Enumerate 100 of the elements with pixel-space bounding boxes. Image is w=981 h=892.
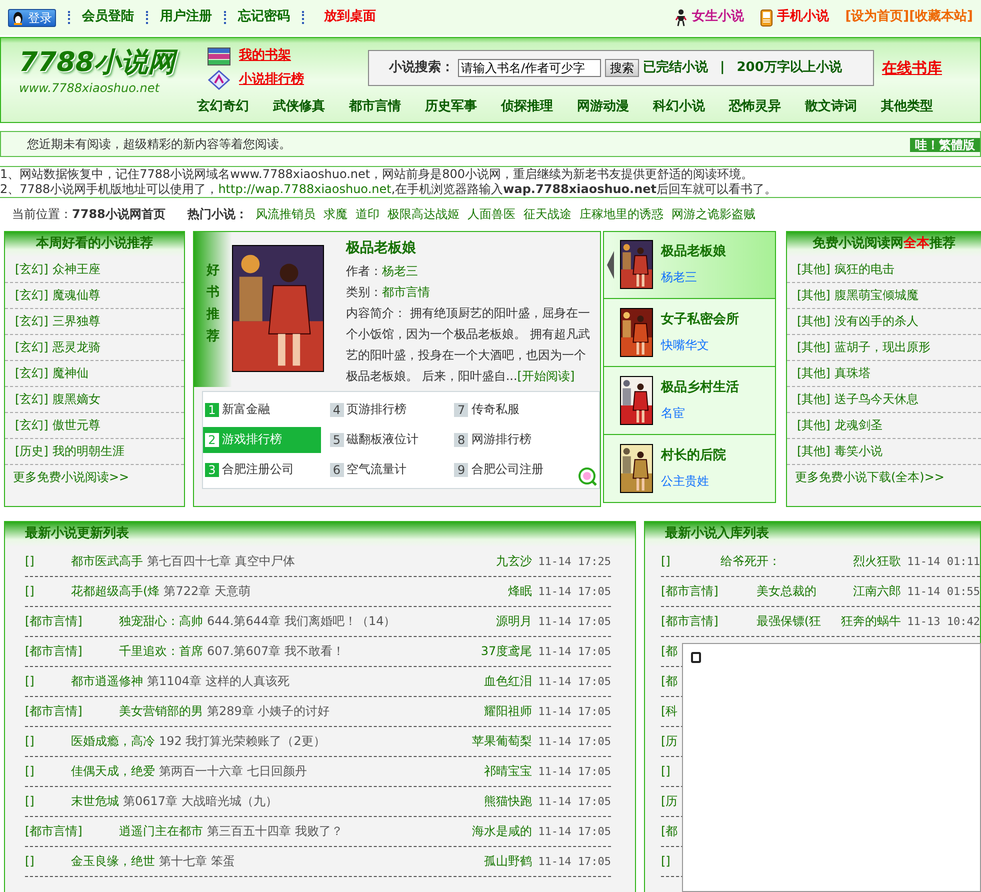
novel-link[interactable]: 最强保镖(狂 (756, 613, 822, 630)
category-link[interactable]: 恐怖灵异 (729, 98, 781, 116)
nav-link[interactable]: 会员登陆 (82, 8, 134, 27)
author-link[interactable]: 杨老三 (382, 260, 418, 282)
author-link[interactable]: 狂奔的蜗牛 (841, 613, 902, 630)
bookmark-link[interactable]: [收藏本站] (909, 8, 973, 27)
breadcrumb-link[interactable]: 7788小说网首页 (72, 206, 166, 223)
hot-novel-link[interactable]: 极限高达战姬 (387, 206, 460, 223)
completed-link[interactable]: 已完结小说 (643, 58, 708, 78)
novel-link[interactable]: [玄幻] 魔魂仙尊 (5, 282, 184, 309)
ad-link[interactable]: 6 空气流量计 (328, 456, 446, 483)
ad-link[interactable]: 7 传奇私服 (452, 396, 570, 423)
book-title[interactable]: 极品老板娘 (346, 238, 590, 259)
bookmark-link[interactable]: [设为首页] (845, 8, 910, 27)
search-button[interactable]: 搜索 (605, 59, 639, 77)
author-link[interactable]: 源明月 (496, 613, 532, 630)
ad-link[interactable]: 3 合肥注册公司 (203, 456, 321, 483)
novel-link[interactable]: 末世危城 (71, 793, 119, 810)
hot-novel-link[interactable]: 网游之诡影盗贼 (671, 206, 756, 223)
book-thumb[interactable]: 村长的后院 公主贵姓 (603, 434, 776, 503)
novel-link[interactable]: 佳偶天成，绝爱 (71, 763, 155, 780)
author-link[interactable]: 九玄沙 (496, 553, 532, 570)
hot-novel-link[interactable]: 求魔 (323, 206, 348, 223)
novel-link[interactable]: [玄幻] 恶灵龙骑 (5, 334, 184, 361)
novel-link[interactable]: [其他] 蓝胡子，现出原形 (787, 334, 981, 361)
novel-link[interactable]: 都市医武高手 (71, 553, 143, 570)
category-link[interactable]: 武侠修真 (273, 98, 325, 116)
category-link[interactable]: 都市言情 (382, 282, 430, 303)
female-novels-link[interactable]: 女生小说 (674, 8, 744, 27)
read-link[interactable]: [开始阅读] (517, 368, 575, 383)
search-field[interactable]: 请输入书名/作者可少字 (458, 59, 601, 77)
chapter-link[interactable]: 192 我打算光荣赖账了（2更） (159, 733, 326, 750)
novel-link[interactable]: 都市逍遥修神 (71, 673, 143, 690)
library-link[interactable]: 在线书库 (882, 58, 942, 78)
author-link[interactable]: 熊猫快跑 (484, 793, 532, 810)
author-link[interactable]: 孤山野鹤 (484, 853, 532, 870)
ad-link[interactable]: 8 网游排行榜 (452, 426, 570, 453)
novel-link[interactable]: [其他] 疯狂的电击 (787, 256, 981, 283)
ad-link[interactable]: 2 游戏排行榜 (203, 426, 321, 453)
hot-novel-link[interactable]: 风流推销员 (255, 206, 316, 223)
novel-link[interactable]: 金玉良缘，绝世 (71, 853, 155, 870)
long-novels-link[interactable]: 200万字以上小说 (736, 58, 842, 78)
nav-link[interactable]: 忘记密码 (238, 8, 290, 27)
chapter-link[interactable]: 第两百一十六章 七日回颜丹 (159, 763, 307, 780)
nav-link[interactable]: 用户注册 (160, 8, 212, 27)
url-link[interactable]: http://wap.7788xiaoshuo.net (218, 182, 392, 196)
author-link[interactable]: 江南六郎 (853, 583, 902, 600)
novel-link[interactable]: [玄幻] 众神王座 (5, 256, 184, 283)
category-link[interactable]: 散文诗词 (805, 98, 857, 116)
author-link[interactable]: 37度鸢尾 (480, 643, 532, 660)
category-link[interactable]: 其他类型 (881, 98, 933, 116)
author-link[interactable]: 耀阳祖师 (484, 703, 532, 720)
book-thumb[interactable]: 女子私密会所 快嘴华文 (603, 298, 776, 367)
book-thumb[interactable]: 极品乡村生活 名宦 (603, 366, 776, 435)
chapter-link[interactable]: 第七百四十七章 真空中尸体 (147, 553, 295, 570)
author-link[interactable]: 苹果葡萄梨 (472, 733, 532, 750)
mobile-novels-link[interactable]: 手机小说 (760, 8, 830, 27)
chapter-link[interactable]: 第三百五十四章 我败了？ (207, 823, 343, 840)
novel-link[interactable]: 美女总裁的 (756, 583, 816, 600)
quick-link[interactable]: 小说排行榜 (207, 70, 352, 90)
ad-link[interactable]: 1 新富金融 (203, 396, 321, 423)
desktop-link[interactable]: 放到桌面 (324, 8, 376, 27)
novel-link[interactable]: 千里追欢：首席 (119, 643, 203, 660)
book-thumb[interactable]: 极品老板娘 杨老三 (603, 230, 776, 299)
novel-link[interactable]: [其他] 毒笑小说 (787, 438, 981, 465)
novel-link[interactable]: 逍遥门主在都市 (119, 823, 203, 840)
novel-link[interactable]: [历史] 我的明朝生涯 (5, 438, 184, 465)
hot-novel-link[interactable]: 庄稼地里的诱惑 (579, 206, 664, 223)
novel-link[interactable]: 给爷死开： (720, 553, 780, 570)
category-link[interactable]: 都市言情 (349, 98, 401, 116)
hot-novel-link[interactable]: 道印 (355, 206, 380, 223)
novel-link[interactable]: [其他] 没有凶手的杀人 (787, 308, 981, 335)
novel-link[interactable]: [玄幻] 魔神仙 (5, 360, 184, 387)
more-link[interactable]: 更多免费小说下载(全本)>> (787, 468, 981, 486)
chapter-link[interactable]: 644.第644章 我们离婚吧！（14） (207, 613, 396, 630)
author-link[interactable]: 祁晴宝宝 (484, 763, 532, 780)
chapter-link[interactable]: 607.第607章 我不敢看！ (207, 643, 344, 660)
chapter-link[interactable]: 第1104章 这样的人真该死 (147, 673, 290, 690)
novel-link[interactable]: 花都超级高手(烽 (71, 583, 160, 600)
hot-novel-link[interactable]: 征天战途 (523, 206, 572, 223)
chapter-link[interactable]: 第0617章 大战暗光城（九） (123, 793, 278, 810)
category-link[interactable]: 侦探推理 (501, 98, 553, 116)
novel-link[interactable]: [其他] 腹黑萌宝倾城魔 (787, 282, 981, 309)
ad-link[interactable]: 9 合肥公司注册 (452, 456, 570, 483)
author-link[interactable]: 海水是咸的 (472, 823, 532, 840)
quick-link[interactable]: 我的书架 (207, 46, 352, 66)
chapter-link[interactable]: 第722章 天意萌 (164, 583, 250, 600)
novel-link[interactable]: 医婚成瘾，高冷 (71, 733, 155, 750)
novel-link[interactable]: [其他] 送子鸟今天休息 (787, 386, 981, 413)
novel-link[interactable]: [玄幻] 三界独尊 (5, 308, 184, 335)
category-link[interactable]: 玄幻奇幻 (197, 98, 249, 116)
author-link[interactable]: 烈火狂歌 (853, 553, 902, 570)
chapter-link[interactable]: 第289章 小姨子的讨好 (207, 703, 330, 720)
chapter-link[interactable]: 第十七章 笨蛋 (159, 853, 235, 870)
ad-link[interactable]: 4 页游排行榜 (328, 396, 446, 423)
author-link[interactable]: 烽眠 (508, 583, 532, 600)
novel-link[interactable]: [玄幻] 傲世元尊 (5, 412, 184, 439)
ad-link[interactable]: 5 磁翻板液位计 (328, 426, 446, 453)
novel-link[interactable]: 美女营销部的男 (119, 703, 203, 720)
category-link[interactable]: 历史军事 (425, 98, 477, 116)
